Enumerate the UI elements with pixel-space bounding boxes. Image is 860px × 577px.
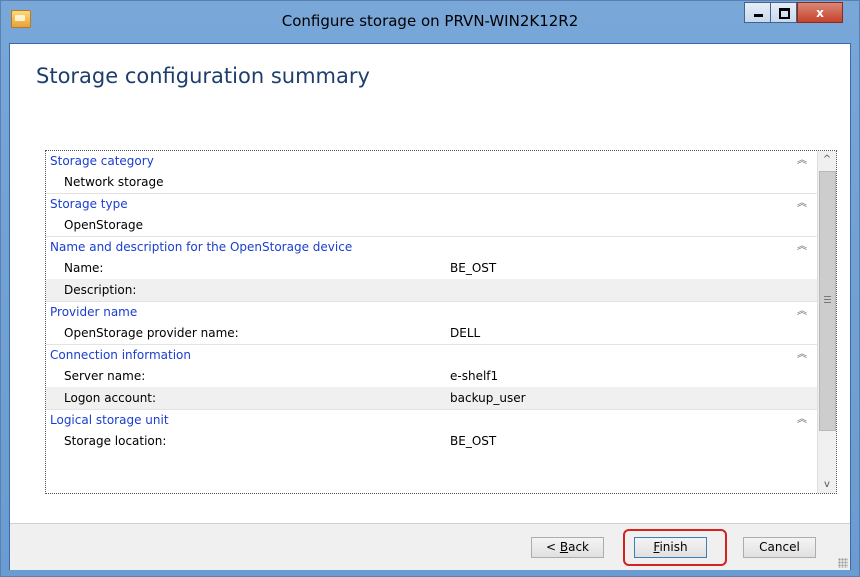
summary-row: OpenStorage provider name: DELL (46, 322, 817, 344)
section-header-storage-category[interactable]: Storage category ︽ (46, 151, 817, 171)
row-value: BE_OST (450, 261, 497, 275)
row-label: Name: (64, 261, 104, 275)
dialog-client-area: Storage configuration summary Storage ca… (9, 43, 851, 570)
row-label: Logon account: (64, 391, 157, 405)
collapse-chevron-icon[interactable]: ︽ (795, 151, 809, 171)
scrollbar-grip-icon (824, 296, 831, 304)
dialog-window: Configure storage on PRVN-WIN2K12R2 x St… (0, 0, 860, 577)
row-label: Description: (64, 283, 137, 297)
section-title: Name and description for the OpenStorage… (50, 240, 353, 254)
section-header-storage-type[interactable]: Storage type ︽ (46, 193, 817, 214)
collapse-chevron-icon[interactable]: ︽ (795, 237, 809, 257)
window-title: Configure storage on PRVN-WIN2K12R2 (281, 12, 579, 30)
button-bar: < Back Finish Cancel (10, 523, 850, 570)
summary-row: Network storage (46, 171, 817, 193)
back-button[interactable]: < Back (531, 537, 604, 558)
row-label: OpenStorage (64, 218, 144, 232)
summary-row: Name: BE_OST (46, 257, 817, 279)
row-label: Network storage (64, 175, 164, 189)
back-label-rest: ack (568, 540, 589, 554)
section-header-logical-storage-unit[interactable]: Logical storage unit ︽ (46, 409, 817, 430)
collapse-chevron-icon[interactable]: ︽ (795, 194, 809, 214)
page-title: Storage configuration summary (36, 64, 370, 88)
row-value: e-shelf1 (450, 369, 499, 383)
vertical-scrollbar[interactable]: ^ v (817, 151, 836, 493)
row-label: Server name: (64, 369, 146, 383)
section-title: Connection information (50, 348, 191, 362)
summary-list: Storage category ︽ Network storage Stora… (46, 151, 817, 452)
summary-row: Logon account: backup_user (46, 387, 817, 409)
summary-panel: Storage category ︽ Network storage Stora… (45, 150, 837, 494)
row-label: OpenStorage provider name: (64, 326, 239, 340)
summary-row: Server name: e-shelf1 (46, 365, 817, 387)
summary-row: OpenStorage (46, 214, 817, 236)
back-prefix: < (545, 540, 560, 554)
resize-grip-icon[interactable] (838, 558, 848, 568)
minimize-button[interactable] (744, 2, 771, 23)
section-title: Storage type (50, 197, 128, 211)
section-header-connection-information[interactable]: Connection information ︽ (46, 344, 817, 365)
summary-row: Storage location: BE_OST (46, 430, 817, 452)
cancel-button[interactable]: Cancel (743, 537, 816, 558)
row-value: DELL (450, 326, 481, 340)
section-title: Provider name (50, 305, 138, 319)
section-title: Storage category (50, 154, 154, 168)
row-value: BE_OST (450, 434, 497, 448)
section-header-provider-name[interactable]: Provider name ︽ (46, 301, 817, 322)
collapse-chevron-icon[interactable]: ︽ (795, 410, 809, 430)
section-title: Logical storage unit (50, 413, 169, 427)
collapse-chevron-icon[interactable]: ︽ (795, 345, 809, 365)
maximize-button[interactable] (770, 2, 797, 23)
row-value: backup_user (450, 391, 526, 405)
scroll-down-icon[interactable]: v (818, 476, 836, 493)
title-bar[interactable]: Configure storage on PRVN-WIN2K12R2 x (1, 1, 859, 43)
scrollbar-thumb[interactable] (819, 171, 836, 431)
finish-button[interactable]: Finish (634, 537, 707, 558)
back-mnemonic: B (559, 540, 569, 554)
summary-row: Description: (46, 279, 817, 301)
row-label: Storage location: (64, 434, 167, 448)
close-button[interactable]: x (797, 2, 843, 23)
collapse-chevron-icon[interactable]: ︽ (795, 302, 809, 322)
finish-label-rest: inish (659, 540, 688, 554)
scroll-up-icon[interactable]: ^ (818, 151, 836, 168)
section-header-name-description[interactable]: Name and description for the OpenStorage… (46, 236, 817, 257)
